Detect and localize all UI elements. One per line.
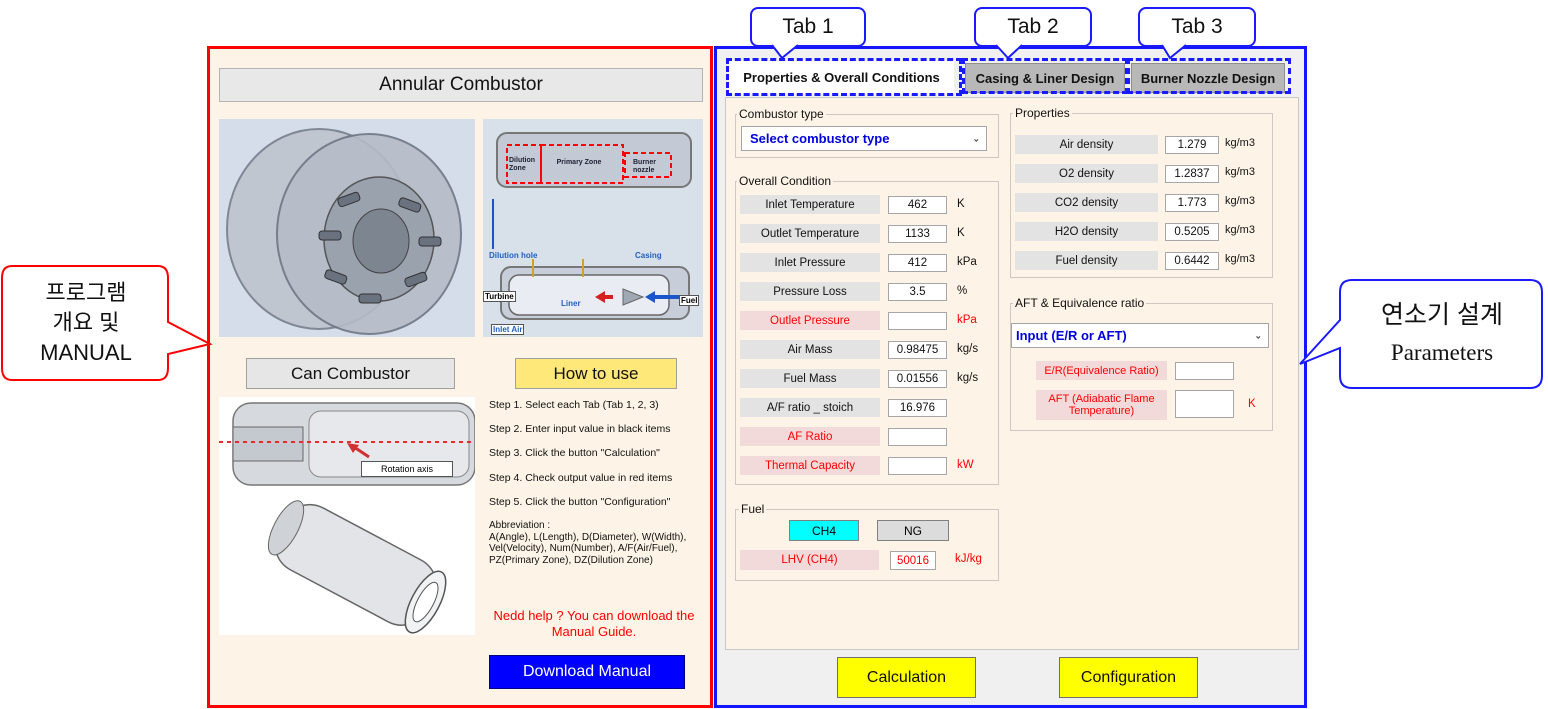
- design-parameters-callout-1: 연소기 설계: [1381, 301, 1503, 329]
- overview-manual-callout: 프로그램 개요 및 MANUAL: [40, 280, 132, 365]
- callout-pointers: [1, 44, 1543, 389]
- design-parameters-callout-2: Parameters: [1390, 340, 1494, 365]
